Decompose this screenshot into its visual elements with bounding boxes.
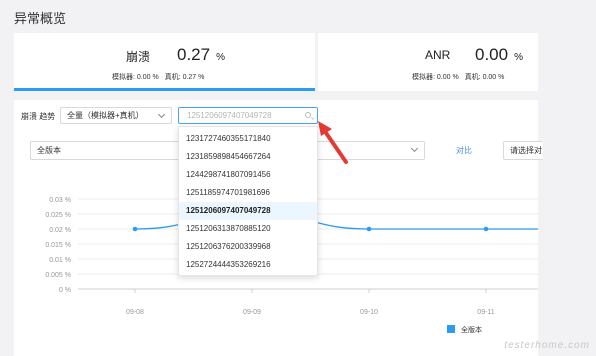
watermark: testerhome.com (504, 340, 590, 351)
y-tick-label: 0.02 % (49, 227, 71, 234)
dropdown-option[interactable]: 1251206313870885120 (179, 220, 317, 238)
y-tick-label: 0.01 % (49, 257, 71, 264)
y-tick-label: 0.015 % (45, 242, 71, 249)
dropdown-option[interactable]: 1231859898454667264 (179, 148, 317, 166)
annotation-arrow (318, 121, 348, 164)
data-point (483, 226, 489, 232)
dropdown-option[interactable]: 1252724444353269216 (179, 256, 317, 274)
version-dropdown: 1231727460355171840 1231859898454667264 12… (178, 126, 318, 276)
dropdown-option[interactable]: 1244298741807091456 (179, 166, 317, 184)
dropdown-option[interactable]: 1251185974701981696 (179, 184, 317, 202)
chart-legend[interactable]: 全版本 (447, 325, 482, 335)
legend-label: 全版本 (461, 327, 482, 334)
x-tick-label: 09-09 (243, 309, 261, 316)
legend-swatch (447, 325, 455, 333)
dropdown-option[interactable]: 1231727460355171840 (179, 130, 317, 148)
y-tick-label: 0.03 % (49, 197, 71, 204)
y-tick-label: 0.025 % (45, 212, 71, 219)
x-tick-label: 09-11 (477, 309, 494, 316)
y-tick-label: 0 % (59, 287, 71, 294)
data-point (132, 226, 138, 232)
x-tick-label: 09-08 (126, 309, 144, 316)
data-point (366, 226, 372, 232)
app-page: 异常概览 崩溃 0.27% 模拟器: 0.00 % 真机: 0.27 % ANR … (0, 0, 596, 356)
dropdown-option[interactable]: 1251206097407049728 (179, 202, 317, 220)
x-tick-label: 09-10 (360, 309, 378, 316)
y-tick-label: 0.005 % (45, 272, 71, 279)
dropdown-option[interactable]: 1251206376200339968 (179, 238, 317, 256)
